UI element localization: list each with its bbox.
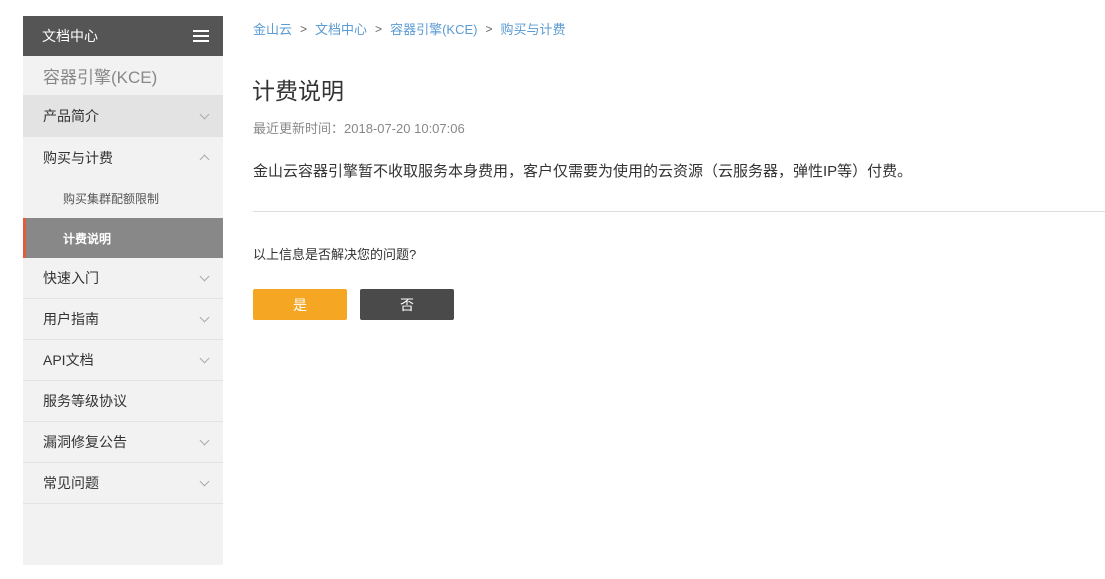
sidebar-item-purchase-billing[interactable]: 购买与计费 — [23, 137, 223, 178]
breadcrumb-link-purchase-billing[interactable]: 购买与计费 — [500, 19, 565, 38]
sidebar-subitem-billing-description[interactable]: 计费说明 — [23, 218, 223, 258]
sidebar-header: 文档中心 — [23, 16, 223, 56]
sidebar-item-quick-start[interactable]: 快速入门 — [23, 258, 223, 299]
chevron-up-icon — [199, 154, 210, 165]
breadcrumb-link-kce[interactable]: 容器引擎(KCE) — [390, 19, 477, 38]
feedback-yes-button[interactable]: 是 — [253, 289, 347, 320]
chevron-down-icon — [199, 476, 210, 486]
sidebar-item-api-docs[interactable]: API文档 — [23, 340, 223, 381]
sidebar-item-vulnerability-notices[interactable]: 漏洞修复公告 — [23, 422, 223, 463]
sidebar-product-name: 容器引擎(KCE) — [23, 56, 223, 96]
breadcrumb-separator: > — [300, 21, 308, 36]
hamburger-menu-icon[interactable] — [193, 29, 209, 43]
breadcrumb-separator: > — [375, 21, 383, 36]
breadcrumb: 金山云 > 文档中心 > 容器引擎(KCE) > 购买与计费 — [253, 19, 565, 38]
sidebar-item-label: 购买与计费 — [43, 149, 113, 166]
sidebar-item-label: 常见问题 — [43, 475, 99, 491]
sidebar-subitem-cluster-quota[interactable]: 购买集群配额限制 — [23, 178, 223, 218]
article-body: 金山云容器引擎暂不收取服务本身费用，客户仅需要为使用的云资源（云服务器，弹性IP… — [253, 163, 913, 180]
chevron-down-icon — [199, 271, 210, 281]
sidebar-item-label: API文档 — [43, 352, 94, 368]
sidebar: 文档中心 容器引擎(KCE) 产品简介 购买与计费 购买集群配额限制 计费说明 … — [23, 16, 223, 565]
divider — [253, 211, 1105, 212]
chevron-down-icon — [199, 435, 210, 445]
chevron-down-icon — [199, 312, 210, 322]
sidebar-header-title[interactable]: 文档中心 — [42, 26, 98, 46]
sidebar-item-label: 漏洞修复公告 — [43, 434, 127, 450]
sidebar-item-sla[interactable]: 服务等级协议 — [23, 381, 223, 422]
chevron-down-icon — [199, 353, 210, 363]
feedback-question: 以上信息是否解决您的问题? — [253, 247, 417, 262]
sidebar-item-label: 快速入门 — [43, 270, 99, 286]
sidebar-item-user-guide[interactable]: 用户指南 — [23, 299, 223, 340]
page-title: 计费说明 — [252, 78, 344, 104]
chevron-down-icon — [199, 109, 210, 119]
sidebar-item-label: 用户指南 — [43, 311, 99, 327]
last-updated-time: 最近更新时间：2018-07-20 10:07:06 — [253, 121, 465, 136]
sidebar-item-product-intro[interactable]: 产品简介 — [23, 96, 223, 137]
breadcrumb-link-kingsoft-cloud[interactable]: 金山云 — [253, 19, 292, 38]
sidebar-item-faq[interactable]: 常见问题 — [23, 463, 223, 504]
sidebar-item-label: 服务等级协议 — [43, 393, 127, 409]
breadcrumb-link-doc-center[interactable]: 文档中心 — [315, 19, 367, 38]
feedback-no-button[interactable]: 否 — [360, 289, 454, 320]
sidebar-item-label: 产品简介 — [43, 108, 99, 124]
breadcrumb-separator: > — [485, 21, 493, 36]
